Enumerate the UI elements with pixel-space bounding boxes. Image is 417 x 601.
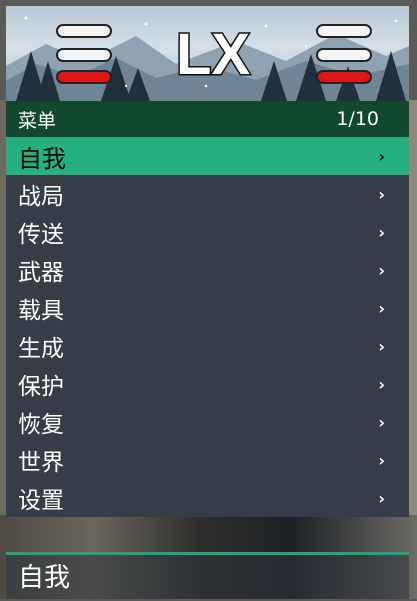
menu-titlebar: 菜单 1/10 bbox=[6, 101, 409, 137]
mod-menu: LX 菜单 1/10 自我 › 战局 › 传送 › 武器 › 载具 › 生成 › bbox=[6, 6, 409, 517]
menu-item-world[interactable]: 世界 › bbox=[6, 441, 409, 479]
menu-item-session[interactable]: 战局 › bbox=[6, 175, 409, 213]
menu-item-self[interactable]: 自我 › bbox=[6, 137, 409, 175]
menu-counter: 1/10 bbox=[336, 108, 379, 130]
chevron-right-icon: › bbox=[378, 298, 385, 318]
menu-item-list: 自我 › 战局 › 传送 › 武器 › 载具 › 生成 › 保护 › 恢复 › bbox=[6, 137, 409, 517]
chevron-right-icon: › bbox=[378, 260, 385, 280]
menu-item-protection[interactable]: 保护 › bbox=[6, 365, 409, 403]
menu-item-teleport[interactable]: 传送 › bbox=[6, 213, 409, 251]
menu-description: 自我 bbox=[6, 555, 409, 599]
chevron-right-icon: › bbox=[378, 450, 385, 470]
chevron-right-icon: › bbox=[378, 336, 385, 356]
menu-banner: LX bbox=[6, 6, 409, 101]
menu-item-spawn[interactable]: 生成 › bbox=[6, 327, 409, 365]
chevron-right-icon: › bbox=[378, 488, 385, 508]
right-bar-2 bbox=[318, 50, 370, 60]
right-bar-3 bbox=[318, 72, 370, 82]
logo-text: LX bbox=[176, 22, 250, 82]
chevron-right-icon: › bbox=[378, 412, 385, 432]
menu-item-settings[interactable]: 设置 › bbox=[6, 479, 409, 517]
menu-item-recovery[interactable]: 恢复 › bbox=[6, 403, 409, 441]
chevron-right-icon: › bbox=[378, 374, 385, 394]
chevron-right-icon: › bbox=[378, 146, 385, 166]
menu-title: 菜单 bbox=[18, 109, 57, 132]
lx-logo: LX bbox=[174, 21, 251, 83]
left-bar-2 bbox=[58, 50, 110, 60]
left-bar-3 bbox=[58, 72, 110, 82]
menu-item-weapons[interactable]: 武器 › bbox=[6, 251, 409, 289]
right-bar-1 bbox=[318, 26, 370, 36]
chevron-right-icon: › bbox=[378, 184, 385, 204]
left-bar-1 bbox=[58, 26, 110, 36]
chevron-right-icon: › bbox=[378, 222, 385, 242]
menu-item-vehicles[interactable]: 载具 › bbox=[6, 289, 409, 327]
